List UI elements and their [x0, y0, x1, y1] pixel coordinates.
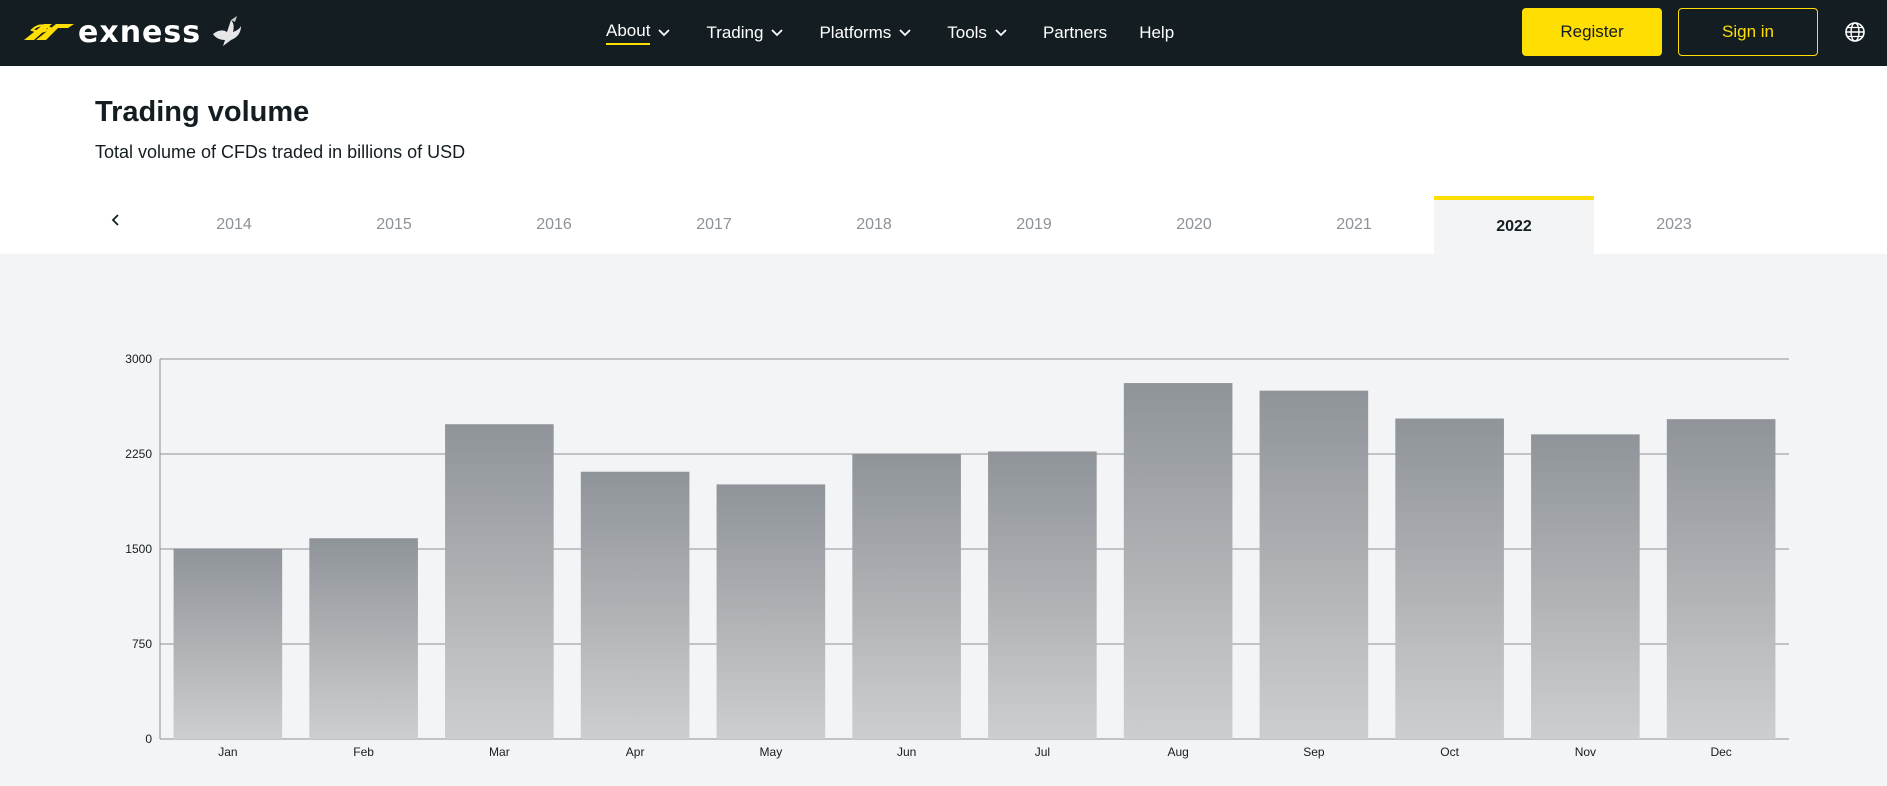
bar-dec[interactable] [1666, 419, 1776, 739]
nav-trading[interactable]: Trading [706, 0, 784, 66]
nav-tools-label: Tools [947, 23, 987, 42]
chevron-left-icon [111, 214, 119, 226]
y-tick-label: 1500 [125, 542, 152, 556]
bar-jul[interactable] [988, 451, 1097, 739]
main-nav: About Trading Platforms Tools Partners H… [606, 0, 1174, 66]
nav-help-label: Help [1139, 23, 1175, 42]
x-tick-label: May [760, 745, 783, 759]
bar-apr[interactable] [580, 471, 690, 739]
nav-about[interactable]: About [606, 0, 671, 66]
exness-logo[interactable]: exness [22, 12, 245, 52]
tab-2022[interactable]: 2022 [1434, 196, 1594, 254]
tab-2020[interactable]: 2020 [1114, 196, 1274, 254]
nav-platforms-label: Platforms [819, 23, 892, 42]
bar-mar[interactable] [445, 424, 554, 739]
x-tick-label: Sep [1303, 745, 1325, 759]
nav-about-label: About [606, 21, 651, 45]
y-tick-label: 3000 [125, 352, 152, 366]
bar-oct[interactable] [1395, 418, 1504, 739]
bar-jun[interactable] [852, 454, 961, 739]
bar-feb[interactable] [309, 538, 418, 739]
register-button[interactable]: Register [1522, 8, 1662, 56]
x-tick-label: Jun [897, 745, 916, 759]
exness-mark-icon [24, 24, 74, 40]
x-tick-label: Feb [353, 745, 374, 759]
bar-sep[interactable] [1259, 390, 1369, 739]
tab-2016[interactable]: 2016 [474, 196, 634, 254]
tab-2015[interactable]: 2015 [314, 196, 474, 254]
bar-jan[interactable] [173, 548, 283, 739]
page-title: Trading volume [95, 96, 310, 128]
page-subtitle: Total volume of CFDs traded in billions … [95, 142, 466, 162]
logo-wordmark: exness [78, 14, 202, 50]
x-tick-label: Aug [1167, 745, 1188, 759]
sign-in-button[interactable]: Sign in [1678, 8, 1818, 56]
tab-2018[interactable]: 2018 [794, 196, 954, 254]
x-tick-label: Dec [1710, 745, 1731, 759]
year-tabs: 2014 2015 2016 2017 2018 2019 2020 2021 … [0, 196, 1887, 254]
dove-icon [213, 16, 242, 46]
nav-tools[interactable]: Tools [947, 0, 1007, 66]
chevron-down-icon [995, 29, 1007, 37]
y-tick-label: 2250 [125, 447, 152, 461]
x-tick-label: Oct [1440, 745, 1459, 759]
x-tick-label: Mar [489, 745, 510, 759]
chevron-down-icon [771, 29, 784, 37]
tab-2023[interactable]: 2023 [1594, 196, 1754, 254]
bar-may[interactable] [716, 484, 826, 739]
x-tick-label: Apr [626, 745, 645, 759]
top-navigation-bar: exness About Trading Platforms Tools Par… [0, 0, 1887, 66]
nav-help[interactable]: Help [1139, 0, 1174, 66]
x-tick-label: Jul [1035, 745, 1050, 759]
bar-chart: 0 750 1500 2250 3000 Jan Feb Mar Apr May Jun Jul Aug… [125, 352, 1789, 759]
previous-year-button[interactable] [104, 208, 128, 232]
bar-nov[interactable] [1531, 434, 1640, 739]
tab-2014[interactable]: 2014 [154, 196, 314, 254]
trading-volume-header: Trading volume Total volume of CFDs trad… [0, 66, 1887, 254]
x-tick-label: Jan [218, 745, 237, 759]
nav-platforms[interactable]: Platforms [819, 0, 911, 66]
nav-partners-label: Partners [1042, 23, 1108, 42]
tab-2017[interactable]: 2017 [634, 196, 794, 254]
bar-aug[interactable] [1123, 383, 1233, 739]
chevron-down-icon [899, 29, 911, 37]
x-tick-label: Nov [1575, 745, 1596, 759]
y-tick-label: 750 [132, 637, 152, 651]
chevron-down-icon [658, 29, 671, 37]
y-tick-label: 0 [145, 732, 152, 746]
trading-volume-chart: 0 750 1500 2250 3000 Jan Feb Mar Apr May Jun Jul Aug… [0, 254, 1887, 786]
nav-trading-label: Trading [706, 23, 764, 42]
nav-partners[interactable]: Partners [1043, 0, 1107, 66]
globe-icon[interactable] [1844, 21, 1866, 43]
tab-2019[interactable]: 2019 [954, 196, 1114, 254]
tab-2021[interactable]: 2021 [1274, 196, 1434, 254]
